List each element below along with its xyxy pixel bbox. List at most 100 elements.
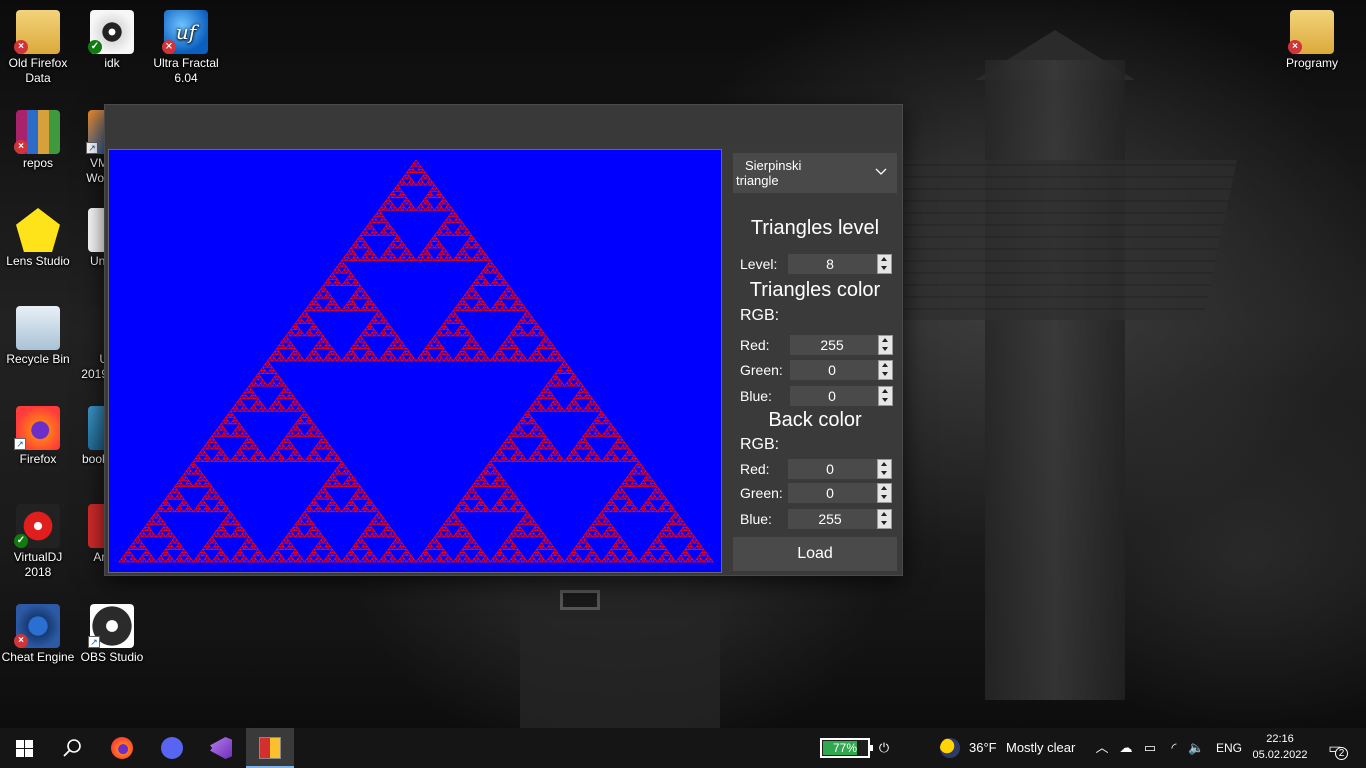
back-color-title: Back color — [768, 409, 862, 431]
ultra-fractal-glyph: uf — [175, 20, 197, 44]
error-badge-icon: × — [14, 634, 28, 648]
triangles-blue-label: Blue: — [740, 388, 772, 404]
stepper-buttons — [877, 483, 892, 503]
desktop-icon-book[interactable]: book — [74, 406, 108, 467]
desktop-icon-vmware[interactable]: ↗ VM Wor — [74, 110, 108, 186]
search-icon — [63, 739, 81, 757]
ultra-fractal-icon: uf × — [162, 10, 208, 54]
start-button[interactable] — [0, 728, 48, 768]
wifi-icon[interactable]: ◜ — [1166, 740, 1182, 756]
desktop-icon-label: An — [93, 550, 108, 564]
stepper-buttons — [877, 459, 892, 479]
language-indicator[interactable]: ENG — [1216, 728, 1242, 768]
fractal-type-dropdown[interactable]: Sierpinski triangle — [733, 153, 897, 193]
desktop-icon-label: Ultra Fractal 6.04 — [153, 56, 219, 85]
desktop-icon-cheat-engine[interactable]: × Cheat Engine — [0, 604, 76, 665]
desktop-icon-virtualdj[interactable]: ✓ VirtualDJ 2018 — [0, 504, 76, 580]
error-badge-icon: × — [162, 40, 176, 54]
desktop-icon-recycle-bin[interactable]: Recycle Bin — [0, 306, 76, 367]
stepper-up-icon[interactable] — [878, 510, 891, 519]
firefox-icon: ↗ — [14, 406, 60, 450]
back-blue-stepper[interactable]: 255 — [788, 509, 892, 529]
level-value[interactable]: 8 — [788, 254, 872, 274]
desktop-icon-label: Old Firefox Data — [8, 56, 68, 85]
clock[interactable]: 22:16 05.02.2022 — [1252, 731, 1308, 763]
load-button[interactable]: Load — [733, 537, 897, 571]
triangles-red-stepper[interactable]: 255 — [790, 335, 893, 355]
taskbar-fractal-app[interactable] — [246, 728, 294, 768]
taskbar-visual-studio[interactable] — [197, 728, 245, 768]
wallpaper-window — [560, 590, 600, 610]
taskbar-discord[interactable] — [148, 728, 196, 768]
desktop-icon-idk[interactable]: ✓ idk — [74, 10, 150, 71]
window-titlebar[interactable] — [105, 105, 902, 145]
sierpinski-triangle-drawing — [109, 150, 721, 572]
stepper-down-icon[interactable] — [879, 345, 892, 354]
triangles-green-value[interactable]: 0 — [790, 360, 874, 380]
stepper-down-icon[interactable] — [878, 264, 891, 273]
desktop-icon-unity-2019[interactable]: U 2019 — [74, 306, 108, 382]
weather-moon-icon[interactable] — [940, 738, 960, 758]
back-green-stepper[interactable]: 0 — [788, 483, 892, 503]
folder-icon: × — [1288, 10, 1334, 54]
cd-file-icon: ✓ — [88, 10, 134, 54]
stepper-buttons — [878, 360, 893, 380]
back-blue-value[interactable]: 255 — [788, 509, 872, 529]
stepper-up-icon[interactable] — [878, 460, 891, 469]
weather-temperature[interactable]: 36°F — [969, 728, 997, 768]
desktop-icon-lens-studio[interactable]: Lens Studio — [0, 208, 76, 269]
stepper-down-icon[interactable] — [879, 396, 892, 405]
triangles-blue-value[interactable]: 0 — [790, 386, 874, 406]
cheat-engine-icon: × — [14, 604, 60, 648]
stepper-down-icon[interactable] — [878, 493, 891, 502]
stepper-up-icon[interactable] — [879, 387, 892, 396]
stepper-down-icon[interactable] — [879, 370, 892, 379]
synced-badge-icon: ✓ — [88, 40, 102, 54]
back-red-value[interactable]: 0 — [788, 459, 872, 479]
back-green-label: Green: — [740, 485, 783, 501]
winrar-archive-icon: × — [14, 110, 60, 154]
battery-icon[interactable]: ▭ — [1142, 740, 1158, 756]
notifications-icon[interactable]: ▭ 2 — [1324, 740, 1348, 760]
taskbar-search-button[interactable] — [48, 728, 96, 768]
triangles-level-title: Triangles level — [750, 217, 880, 239]
stepper-up-icon[interactable] — [878, 255, 891, 264]
battery-indicator[interactable]: 77% — [820, 738, 873, 758]
desktop-icon-programy[interactable]: × Programy — [1274, 10, 1350, 71]
desktop-icon-ultra-fractal[interactable]: uf × Ultra Fractal 6.04 — [148, 10, 224, 86]
desktop-icon-label: Lens Studio — [6, 254, 70, 268]
notifications-count: 2 — [1335, 747, 1348, 760]
desktop-icon-label: Cheat Engine — [1, 650, 75, 664]
error-badge-icon: × — [14, 140, 28, 154]
triangles-blue-stepper[interactable]: 0 — [790, 386, 893, 406]
level-stepper[interactable]: 8 — [788, 254, 892, 274]
back-green-value[interactable]: 0 — [788, 483, 872, 503]
stepper-up-icon[interactable] — [879, 336, 892, 345]
settings-panel: Sierpinski triangle Triangles level Leve… — [733, 151, 897, 573]
desktop-icon-repos[interactable]: × repos — [0, 110, 76, 171]
stepper-down-icon[interactable] — [878, 469, 891, 478]
stepper-up-icon[interactable] — [878, 484, 891, 493]
stepper-up-icon[interactable] — [879, 361, 892, 370]
triangles-green-stepper[interactable]: 0 — [790, 360, 893, 380]
wallpaper-tower — [985, 60, 1125, 700]
discord-icon — [161, 737, 183, 759]
desktop-icon-label: Firefox — [19, 452, 57, 466]
volume-icon[interactable]: 🔈 — [1188, 740, 1204, 756]
desktop-icon-firefox[interactable]: ↗ Firefox — [0, 406, 76, 467]
back-blue-label: Blue: — [740, 511, 772, 527]
desktop-icon-obs-studio[interactable]: ↗ OBS Studio — [74, 604, 150, 665]
taskbar-firefox[interactable] — [98, 728, 146, 768]
desktop-icon-old-firefox-data[interactable]: × Old Firefox Data — [0, 10, 76, 86]
chevron-up-icon[interactable]: ︿ — [1094, 740, 1110, 756]
stepper-down-icon[interactable] — [878, 519, 891, 528]
desktop-icon-label: repos — [22, 156, 54, 170]
error-badge-icon: × — [1288, 40, 1302, 54]
desktop-icon-unity[interactable]: Uni — [74, 208, 108, 269]
network-error-icon[interactable]: ☁ — [1118, 740, 1134, 756]
desktop-icon-an[interactable]: An — [74, 504, 108, 565]
desktop-icon-label: Programy — [1285, 56, 1338, 70]
back-red-stepper[interactable]: 0 — [788, 459, 892, 479]
triangles-red-value[interactable]: 255 — [790, 335, 874, 355]
weather-condition[interactable]: Mostly clear — [1006, 728, 1075, 768]
